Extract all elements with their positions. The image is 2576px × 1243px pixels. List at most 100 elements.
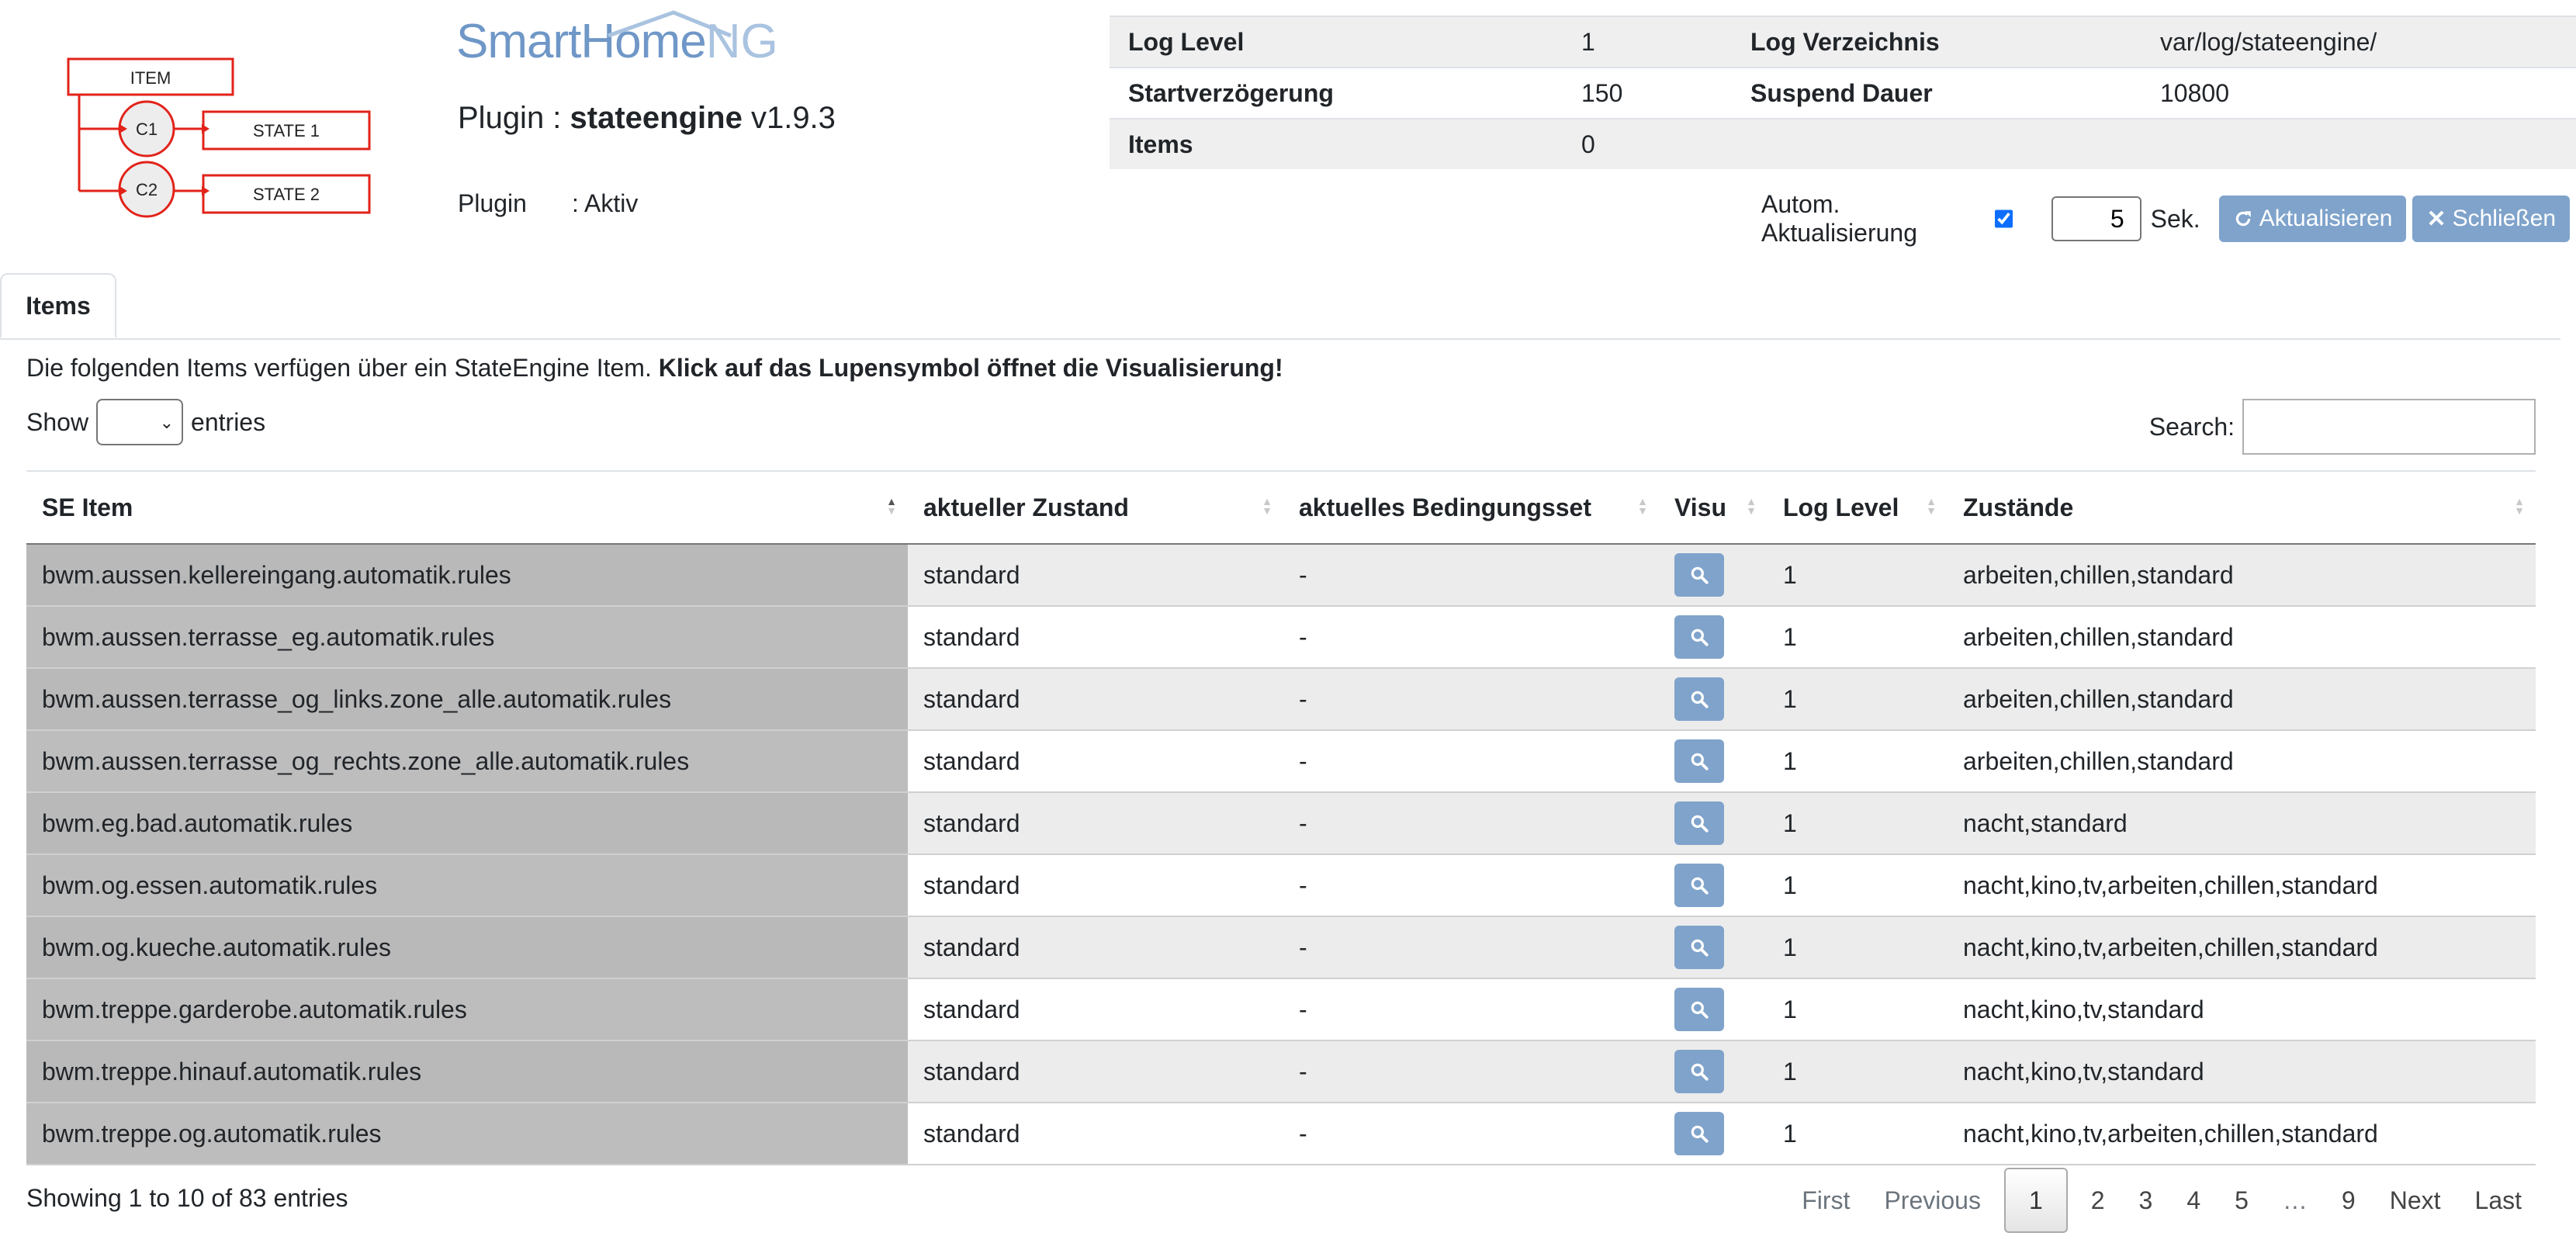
table-row: bwm.og.kueche.automatik.rules standard - 1 n… — [26, 916, 2536, 979]
page-3[interactable]: 3 — [2122, 1169, 2170, 1231]
sort-icon: ▲ ▼ — [2514, 495, 2525, 517]
logo-item-label: ITEM — [130, 68, 171, 88]
page-4[interactable]: 4 — [2169, 1169, 2218, 1231]
page-previous[interactable]: Previous — [1867, 1169, 1998, 1231]
description-bold: Klick auf das Lupensymbol öffnet die Vis… — [658, 354, 1283, 382]
cell-log-level: 1 — [1768, 730, 1948, 793]
cell-log-level: 1 — [1768, 1103, 1948, 1165]
page-first[interactable]: First — [1785, 1169, 1867, 1231]
visu-button[interactable] — [1674, 926, 1724, 969]
cell-visu — [1659, 978, 1768, 1041]
page-5[interactable]: 5 — [2218, 1169, 2266, 1231]
log-level-value: 1 — [1563, 16, 1732, 68]
sort-icon: ▲ ▼ — [1262, 495, 1272, 517]
cell-log-level: 1 — [1768, 854, 1948, 917]
cell-zustaende: nacht,kino,tv,arbeiten,chillen,standard — [1948, 854, 2536, 917]
close-icon: ✕ — [2426, 206, 2446, 232]
column-header-se-item[interactable]: SE Item ▲ ▼ — [26, 470, 908, 545]
log-dir-label: Log Verzeichnis — [1732, 16, 2141, 68]
visu-button[interactable] — [1674, 739, 1724, 783]
refresh-button[interactable]: Aktualisieren — [2218, 196, 2407, 242]
visu-button[interactable] — [1674, 677, 1724, 721]
search-input[interactable] — [2242, 399, 2536, 455]
page-last[interactable]: Last — [2458, 1169, 2539, 1231]
table-row: bwm.eg.bad.automatik.rules standard - 1 nach… — [26, 792, 2536, 855]
page-next[interactable]: Next — [2373, 1169, 2458, 1231]
tab-items[interactable]: Items — [0, 273, 116, 338]
stateengine-logo: ITEM C1 C2 STATE 1 STATE 2 — [67, 57, 371, 218]
cell-log-level: 1 — [1768, 544, 1948, 607]
entries-label: entries — [191, 407, 266, 436]
cell-bedingungsset: - — [1283, 916, 1659, 979]
visu-button[interactable] — [1674, 1050, 1724, 1093]
cell-bedingungsset: - — [1283, 544, 1659, 607]
column-header-bedingungsset[interactable]: aktuelles Bedingungsset ▲ ▼ — [1283, 470, 1659, 545]
cell-aktueller-zustand: standard — [908, 606, 1283, 669]
tab-bar: Items — [0, 273, 2560, 340]
refresh-interval-input[interactable] — [2051, 196, 2141, 241]
table-row: bwm.aussen.kellereingang.automatik.rules… — [26, 544, 2536, 607]
pagination: First Previous 1 2 3 4 5 … 9 Next Last — [1785, 1168, 2539, 1233]
visu-button[interactable] — [1674, 615, 1724, 659]
items-label: Items — [1110, 118, 1563, 169]
page-9[interactable]: 9 — [2325, 1169, 2373, 1231]
cell-log-level: 1 — [1768, 606, 1948, 669]
cell-visu — [1659, 606, 1768, 669]
cell-se-item: bwm.og.essen.automatik.rules — [26, 854, 908, 917]
log-dir-value: var/log/stateengine/ — [2141, 16, 2576, 68]
column-header-visu[interactable]: Visu ▲ ▼ — [1659, 470, 1768, 545]
plugin-info-table: Log Level 1 Log Verzeichnis var/log/stat… — [1110, 16, 2576, 169]
page-1[interactable]: 1 — [2003, 1168, 2068, 1233]
visu-button[interactable] — [1674, 864, 1724, 907]
table-row: bwm.treppe.hinauf.automatik.rules standar… — [26, 1040, 2536, 1103]
column-header-log-level[interactable]: Log Level ▲ ▼ — [1768, 470, 1948, 545]
page-2[interactable]: 2 — [2074, 1169, 2122, 1231]
logo-state2-label: STATE 2 — [253, 185, 320, 204]
smarthomeng-brand: SmartHomeNG — [456, 10, 778, 69]
log-level-label: Log Level — [1110, 16, 1563, 68]
search-icon — [1691, 939, 1709, 957]
visu-button[interactable] — [1674, 1112, 1724, 1155]
cell-se-item: bwm.aussen.terrasse_eg.automatik.rules — [26, 606, 908, 669]
cell-bedingungsset: - — [1283, 668, 1659, 731]
search-icon — [1691, 1125, 1709, 1143]
visu-button[interactable] — [1674, 802, 1724, 845]
search-icon — [1691, 628, 1709, 646]
cell-aktueller-zustand: standard — [908, 1040, 1283, 1103]
page-length-select[interactable]: ⌄ — [96, 399, 184, 445]
cell-se-item: bwm.treppe.garderobe.automatik.rules — [26, 978, 908, 1041]
cell-bedingungsset: - — [1283, 854, 1659, 917]
cell-log-level: 1 — [1768, 916, 1948, 979]
refresh-interval-unit: Sek. — [2150, 204, 2200, 233]
search-icon — [1691, 753, 1709, 770]
cell-visu — [1659, 1040, 1768, 1103]
cell-zustaende: nacht,kino,tv,standard — [1948, 978, 2536, 1041]
sort-icon: ▲ ▼ — [1637, 495, 1648, 517]
table-header-row: SE Item ▲ ▼ aktueller Zustand ▲ ▼ aktuelles … — [26, 470, 2536, 545]
column-header-zustaende[interactable]: Zustände ▲ ▼ — [1948, 470, 2536, 545]
suspend-label: Suspend Dauer — [1732, 67, 2141, 119]
cell-zustaende: arbeiten,chillen,standard — [1948, 668, 2536, 731]
table-row: bwm.aussen.terrasse_eg.automatik.rules st… — [26, 606, 2536, 669]
cell-aktueller-zustand: standard — [908, 730, 1283, 793]
chevron-down-icon: ⌄ — [159, 413, 175, 432]
cell-aktueller-zustand: standard — [908, 1103, 1283, 1165]
refresh-button-label: Aktualisieren — [2259, 206, 2393, 231]
cell-visu — [1659, 916, 1768, 979]
start-delay-label: Startverzögerung — [1110, 67, 1563, 119]
search-icon — [1691, 691, 1709, 708]
cell-log-level: 1 — [1768, 978, 1948, 1041]
start-delay-value: 150 — [1563, 67, 1732, 119]
cell-bedingungsset: - — [1283, 606, 1659, 669]
search-icon — [1691, 566, 1709, 584]
auto-refresh-checkbox[interactable] — [1995, 209, 2013, 228]
sort-icon: ▲ ▼ — [1926, 495, 1937, 517]
cell-log-level: 1 — [1768, 668, 1948, 731]
close-button[interactable]: ✕ Schließen — [2412, 196, 2570, 242]
cell-aktueller-zustand: standard — [908, 978, 1283, 1041]
visu-button[interactable] — [1674, 553, 1724, 597]
show-label: Show — [26, 407, 89, 436]
column-header-aktueller-zustand[interactable]: aktueller Zustand ▲ ▼ — [908, 470, 1283, 545]
visu-button[interactable] — [1674, 988, 1724, 1031]
plugin-name: stateengine — [570, 101, 743, 135]
